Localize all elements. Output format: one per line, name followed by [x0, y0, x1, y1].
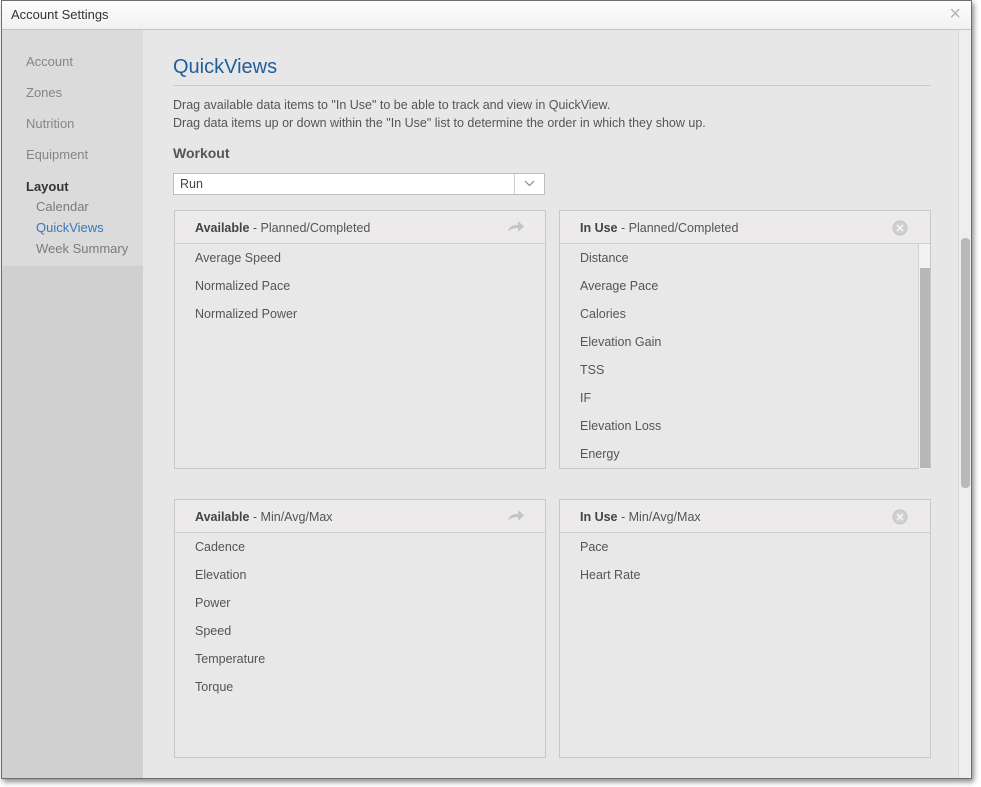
workout-type-select[interactable]: Run — [173, 173, 545, 195]
sidebar-subitem-quickviews[interactable]: QuickViews — [36, 220, 104, 235]
select-dropdown-button[interactable] — [514, 174, 544, 194]
data-item[interactable]: Normalized Pace — [195, 272, 525, 300]
panel-title: Available - Min/Avg/Max — [195, 510, 333, 524]
account-settings-window: Account Settings × Account Zones Nutriti… — [1, 0, 972, 779]
data-item[interactable]: Speed — [195, 617, 525, 645]
data-item[interactable]: Power — [195, 589, 525, 617]
panel-header: In Use - Min/Avg/Max — [560, 500, 930, 533]
panel-title: In Use - Planned/Completed — [580, 221, 739, 235]
data-item[interactable]: Pace — [580, 533, 910, 561]
data-item[interactable]: Temperature — [195, 645, 525, 673]
close-icon[interactable]: × — [949, 4, 961, 24]
data-item[interactable]: Heart Rate — [580, 561, 910, 589]
available-minmax-panel: Available - Min/Avg/Max Cadence Elevation… — [174, 499, 546, 758]
clear-circle-x-icon[interactable] — [892, 509, 908, 530]
sidebar-subitem-calendar[interactable]: Calendar — [36, 199, 89, 214]
inuse-planned-list: Distance Average Pace Calories Elevation Ga… — [580, 244, 910, 468]
data-item[interactable]: Elevation Gain — [580, 328, 910, 356]
panel-scrollbar[interactable] — [918, 244, 930, 469]
sidebar-item-equipment[interactable]: Equipment — [26, 147, 88, 162]
data-item[interactable]: IF — [580, 384, 910, 412]
sidebar-item-account[interactable]: Account — [26, 54, 73, 69]
panel-title: In Use - Min/Avg/Max — [580, 510, 701, 524]
panel-header: Available - Planned/Completed — [175, 211, 545, 244]
data-item[interactable]: Distance — [580, 244, 910, 272]
data-item[interactable]: Average Speed — [195, 244, 525, 272]
available-planned-panel: Available - Planned/Completed Average Sp… — [174, 210, 546, 469]
data-item[interactable]: TSS — [580, 356, 910, 384]
page-title: QuickViews — [173, 56, 278, 78]
description-line-1: Drag available data items to "In Use" to… — [173, 98, 611, 112]
arrow-right-icon[interactable] — [507, 220, 525, 239]
data-item[interactable]: Elevation Loss — [580, 412, 910, 440]
available-planned-list: Average Speed Normalized Pace Normalized P… — [195, 244, 525, 328]
workout-label: Workout — [173, 145, 230, 161]
sidebar: Account Zones Nutrition Equipment Layout… — [2, 30, 143, 778]
data-item[interactable]: Torque — [195, 673, 525, 701]
main-content: QuickViews Drag available data items to … — [143, 30, 958, 778]
data-item[interactable]: Normalized Power — [195, 300, 525, 328]
clear-circle-x-icon[interactable] — [892, 220, 908, 241]
data-item[interactable]: Cadence — [195, 533, 525, 561]
data-item[interactable]: Elevation — [195, 561, 525, 589]
inuse-planned-panel: In Use - Planned/Completed Distance Avera… — [559, 210, 931, 469]
inuse-minmax-list: Pace Heart Rate — [580, 533, 910, 589]
inuse-minmax-panel: In Use - Min/Avg/Max Pace Heart Rate — [559, 499, 931, 758]
description-line-2: Drag data items up or down within the "I… — [173, 116, 706, 130]
panel-header: Available - Min/Avg/Max — [175, 500, 545, 533]
title-divider — [173, 85, 931, 86]
data-item[interactable]: Average Pace — [580, 272, 910, 300]
data-item[interactable]: Energy — [580, 440, 910, 468]
main-scrollbar-thumb[interactable] — [961, 238, 970, 488]
sidebar-item-nutrition[interactable]: Nutrition — [26, 116, 74, 131]
sidebar-subitem-week-summary[interactable]: Week Summary — [36, 241, 128, 256]
panel-header: In Use - Planned/Completed — [560, 211, 930, 244]
window-title: Account Settings — [11, 7, 109, 22]
sidebar-section-layout[interactable]: Layout — [26, 179, 69, 194]
sidebar-item-zones[interactable]: Zones — [26, 85, 62, 100]
available-minmax-list: Cadence Elevation Power Speed Temperature Tor… — [195, 533, 525, 701]
panel-scrollbar-thumb[interactable] — [920, 268, 930, 468]
chevron-down-icon — [524, 180, 535, 187]
workout-type-value: Run — [180, 177, 203, 191]
data-item[interactable]: Calories — [580, 300, 910, 328]
arrow-right-icon[interactable] — [507, 509, 525, 528]
main-scrollbar[interactable] — [958, 30, 971, 778]
title-bar: Account Settings × — [2, 1, 971, 30]
panel-title: Available - Planned/Completed — [195, 221, 371, 235]
